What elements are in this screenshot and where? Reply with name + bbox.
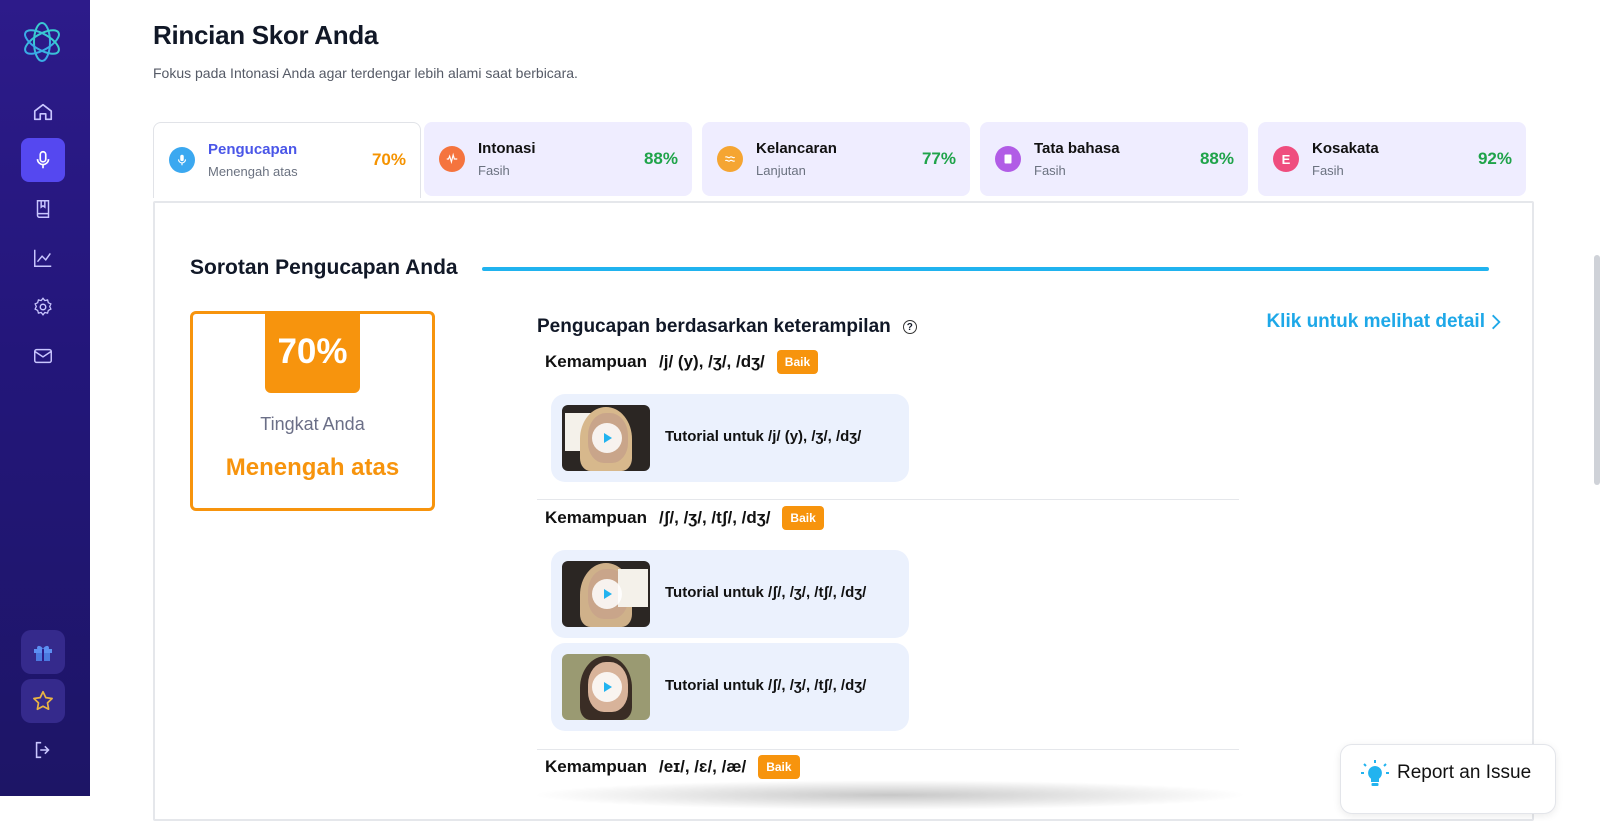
scrollbar[interactable]	[1594, 255, 1600, 485]
gift-button[interactable]	[21, 630, 65, 674]
divider	[537, 749, 1239, 750]
divider	[537, 499, 1239, 500]
skill-sounds: /ʃ/, /ʒ/, /tʃ/, /dʒ/	[659, 508, 771, 527]
report-issue-button[interactable]: Report an Issue	[1340, 744, 1556, 814]
flow-icon	[717, 146, 743, 172]
tutorial-card[interactable]: Tutorial untuk /ʃ/, /ʒ/, /tʃ/, /dʒ/	[551, 550, 909, 638]
play-icon[interactable]	[592, 423, 622, 453]
video-thumbnail	[562, 405, 650, 471]
tutorial-card[interactable]: Tutorial untuk /ʃ/, /ʒ/, /tʃ/, /dʒ/	[551, 643, 909, 731]
skill-sounds: /eɪ/, /ɛ/, /æ/	[659, 757, 747, 776]
skill-group-header: Kemampuan /j/ (y), /ʒ/, /dʒ/ Baik	[545, 350, 819, 374]
tutorial-label: Tutorial untuk /ʃ/, /ʒ/, /tʃ/, /dʒ/	[665, 677, 867, 694]
sidebar-item-home[interactable]	[21, 90, 65, 134]
tutorial-card[interactable]: Tutorial untuk /j/ (y), /ʒ/, /dʒ/	[551, 394, 909, 482]
skill-prefix: Kemampuan	[545, 352, 648, 371]
tab-score: 88%	[643, 149, 678, 168]
grammar-book-icon	[995, 146, 1021, 172]
skill-badge: Baik	[776, 350, 819, 374]
tutorial-label: Tutorial untuk /ʃ/, /ʒ/, /tʃ/, /dʒ/	[665, 584, 867, 601]
score-caption: Tingkat Anda	[260, 414, 365, 434]
video-thumbnail	[562, 654, 650, 720]
tab-name: Kelancaran	[756, 140, 837, 157]
skill-prefix: Kemampuan	[545, 508, 648, 527]
report-issue-label: Report an Issue	[1397, 762, 1532, 783]
logout-button[interactable]	[21, 728, 65, 772]
sidebar-item-library[interactable]	[21, 187, 65, 231]
section-title: Sorotan Pengucapan Anda	[190, 256, 458, 279]
tab-level: Fasih	[478, 163, 510, 178]
tab-name: Tata bahasa	[1034, 140, 1120, 157]
sidebar	[0, 0, 90, 796]
gift-icon	[34, 645, 52, 661]
page-title: Rincian Skor Anda	[153, 20, 379, 50]
tab-level: Menengah atas	[208, 164, 298, 179]
chart-icon	[34, 249, 52, 267]
sidebar-item-settings[interactable]	[21, 285, 65, 329]
tab-name: Pengucapan	[208, 141, 298, 158]
skill-sounds: /j/ (y), /ʒ/, /dʒ/	[659, 352, 765, 371]
view-details-link[interactable]: Klik untuk melihat detail	[1266, 311, 1501, 333]
tab-kosakata[interactable]: E Kosakata Fasih 92%	[1258, 122, 1526, 196]
highlight-panel: Sorotan Pengucapan Anda 70% Tingkat Anda…	[153, 201, 1534, 821]
skills-heading: Pengucapan berdasarkan keterampilan ?	[537, 316, 917, 338]
bottom-shadow	[530, 780, 1250, 810]
video-thumbnail	[562, 561, 650, 627]
tab-pengucapan[interactable]: Pengucapan Menengah atas 70%	[153, 122, 421, 198]
tab-score: 88%	[1199, 149, 1234, 168]
score-card: 70% Tingkat Anda Menengah atas	[190, 311, 435, 511]
logo-icon[interactable]	[20, 20, 64, 64]
skill-prefix: Kemampuan	[545, 757, 648, 776]
skill-group-header: Kemampuan /ʃ/, /ʒ/, /tʃ/, /dʒ/ Baik	[545, 506, 824, 530]
sidebar-item-messages[interactable]	[21, 334, 65, 378]
rate-button[interactable]	[21, 679, 65, 723]
help-icon[interactable]: ?	[902, 320, 917, 334]
tab-tata-bahasa[interactable]: Tata bahasa Fasih 88%	[980, 122, 1248, 196]
skills-title: Pengucapan berdasarkan keterampilan	[537, 316, 891, 337]
tab-level: Lanjutan	[756, 163, 806, 178]
play-icon[interactable]	[592, 672, 622, 702]
home-icon	[33, 103, 53, 121]
score-level: Menengah atas	[225, 454, 400, 481]
mail-icon	[34, 348, 52, 364]
tab-level: Fasih	[1034, 163, 1066, 178]
vocabulary-icon: E	[1273, 146, 1299, 172]
skill-badge: Baik	[782, 506, 824, 530]
tab-intonasi[interactable]: Intonasi Fasih 88%	[424, 122, 692, 196]
sidebar-item-speaking[interactable]	[21, 138, 65, 182]
chevron-right-icon	[1492, 314, 1501, 330]
skill-badge: Baik	[758, 755, 800, 779]
tab-name: Kosakata	[1312, 140, 1379, 157]
tutorial-label: Tutorial untuk /j/ (y), /ʒ/, /dʒ/	[665, 428, 862, 445]
play-icon[interactable]	[592, 579, 622, 609]
star-icon	[33, 690, 53, 711]
wave-icon	[439, 146, 465, 172]
tab-name: Intonasi	[478, 140, 536, 157]
tab-score: 70%	[371, 150, 406, 169]
section-divider	[482, 267, 1489, 271]
microphone-icon	[169, 147, 195, 173]
tab-score: 77%	[921, 149, 956, 168]
tab-level: Fasih	[1312, 163, 1344, 178]
main-content: Rincian Skor Anda Fokus pada Intonasi An…	[90, 0, 1600, 821]
microphone-icon	[36, 150, 50, 169]
lightbulb-icon	[1361, 760, 1389, 786]
tab-kelancaran[interactable]: Kelancaran Lanjutan 77%	[702, 122, 970, 196]
logout-icon	[35, 741, 50, 759]
score-value: 70%	[265, 311, 360, 393]
book-icon	[36, 200, 50, 218]
page-subtitle: Fokus pada Intonasi Anda agar terdengar …	[153, 65, 578, 81]
tab-score: 92%	[1477, 149, 1512, 168]
skill-group-header: Kemampuan /eɪ/, /ɛ/, /æ/ Baik	[545, 755, 800, 779]
sidebar-item-progress[interactable]	[21, 236, 65, 280]
gear-icon	[34, 297, 52, 316]
view-details-label: Klik untuk melihat detail	[1266, 311, 1485, 332]
